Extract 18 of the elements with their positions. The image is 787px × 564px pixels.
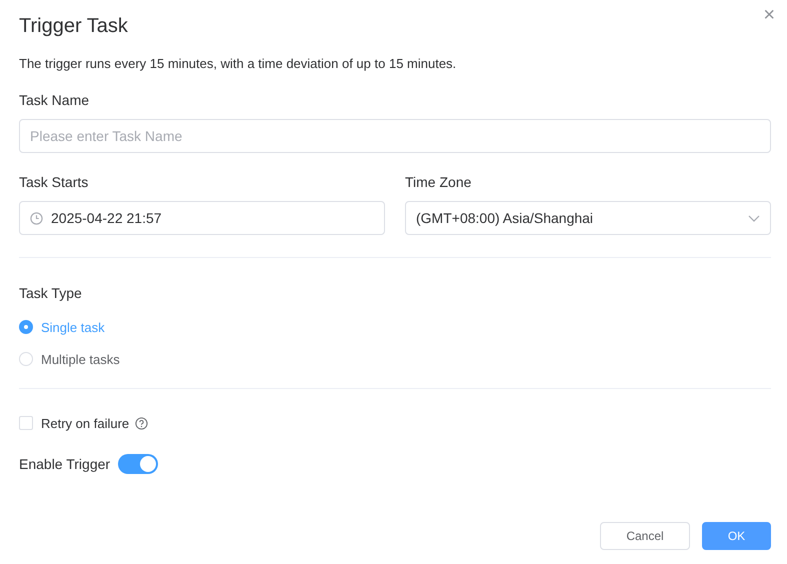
- retry-checkbox[interactable]: Retry on failure: [19, 413, 771, 433]
- toggle-label: Enable Trigger: [19, 456, 110, 472]
- clock-icon: [30, 212, 43, 224]
- close-button[interactable]: ×: [763, 5, 775, 25]
- toggle-switch[interactable]: [118, 454, 158, 474]
- dialog-title: Trigger Task: [19, 14, 128, 39]
- time-zone-select[interactable]: (GMT+08:00) Asia/Shanghai: [405, 201, 771, 235]
- date-time-field[interactable]: 2025-04-22 21:57: [19, 201, 385, 235]
- chevron-down-icon: [748, 214, 760, 222]
- description: The trigger runs every 15 minutes, with a time deviation of up to 15 minutes.: [19, 55, 458, 73]
- task-name-field[interactable]: Please enter Task Name: [19, 119, 771, 153]
- field-label: Time Zone: [405, 173, 472, 192]
- field-label: Task Type: [19, 284, 83, 303]
- cancel-button[interactable]: Cancel: [600, 522, 690, 550]
- help-icon: [135, 416, 148, 430]
- field-label: Task Name: [19, 91, 90, 110]
- radio-option[interactable]: Multiple tasks: [19, 349, 771, 369]
- field-label: Task Starts: [19, 173, 90, 192]
